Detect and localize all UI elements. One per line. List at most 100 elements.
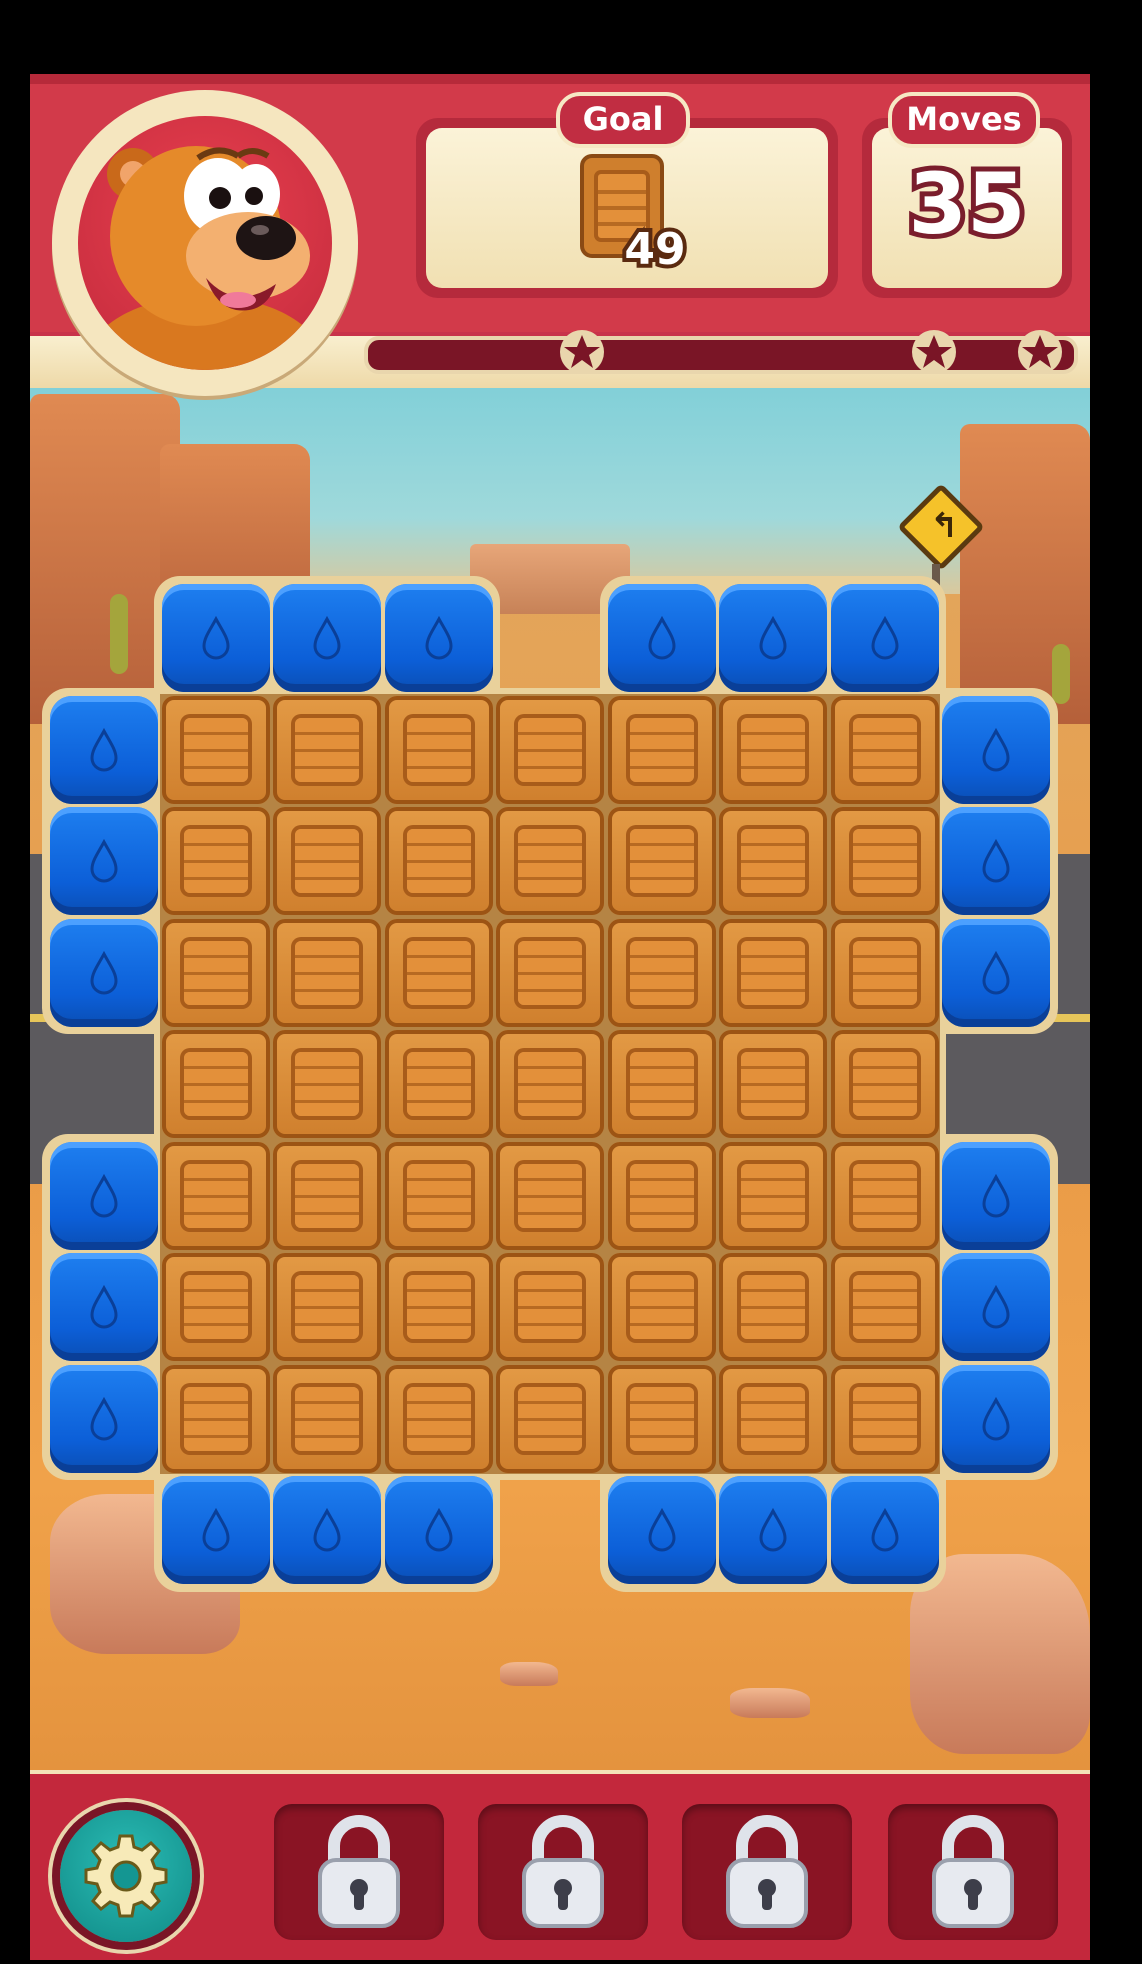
wooden-crate-tile[interactable] <box>607 918 716 1027</box>
water-cube-tile[interactable] <box>942 1253 1050 1361</box>
wooden-crate-tile[interactable] <box>496 1253 604 1361</box>
water-cube-tile[interactable] <box>384 1476 493 1584</box>
wooden-crate-tile[interactable] <box>384 1253 493 1361</box>
booster-slot-locked[interactable] <box>888 1804 1058 1940</box>
wooden-crate-tile[interactable] <box>384 1141 493 1250</box>
wooden-crate-tile[interactable] <box>161 1364 270 1473</box>
water-drop-icon <box>201 616 230 660</box>
crate-planks <box>295 1386 359 1451</box>
water-drop-icon <box>90 727 118 771</box>
water-cube-tile[interactable] <box>942 918 1050 1027</box>
wooden-crate-tile[interactable] <box>719 1364 827 1473</box>
wooden-crate-tile[interactable] <box>384 695 493 804</box>
water-cube-tile[interactable] <box>830 584 939 692</box>
wooden-crate-tile[interactable] <box>161 695 270 804</box>
crate-planks <box>518 829 582 893</box>
wooden-crate-tile[interactable] <box>161 918 270 1027</box>
crate-planks <box>406 1275 471 1339</box>
wooden-crate-tile[interactable] <box>161 1030 270 1138</box>
crate-planks <box>518 1163 582 1228</box>
wooden-crate-tile[interactable] <box>161 1253 270 1361</box>
wooden-crate-tile[interactable] <box>830 918 939 1027</box>
wooden-crate-tile[interactable] <box>496 695 604 804</box>
wooden-crate-tile[interactable] <box>607 1253 716 1361</box>
wooden-crate-tile[interactable] <box>830 807 939 915</box>
water-cube-tile[interactable] <box>719 584 827 692</box>
wooden-crate-tile[interactable] <box>719 918 827 1027</box>
wooden-crate-tile[interactable] <box>496 1141 604 1250</box>
water-cube-tile[interactable] <box>942 807 1050 915</box>
wooden-crate-tile[interactable] <box>607 1030 716 1138</box>
water-cube-tile[interactable] <box>273 1476 381 1584</box>
padlock-icon <box>932 1815 1014 1928</box>
wooden-crate-tile[interactable] <box>496 1030 604 1138</box>
crate-planks <box>852 717 917 782</box>
water-cube-tile[interactable] <box>50 1141 158 1250</box>
water-drop-icon <box>647 1508 676 1552</box>
wooden-crate-tile[interactable] <box>273 918 381 1027</box>
crate-planks <box>741 1052 805 1116</box>
wooden-crate-tile[interactable] <box>273 695 381 804</box>
wooden-crate-tile[interactable] <box>830 695 939 804</box>
crate-planks <box>518 940 582 1005</box>
booster-slot-locked[interactable] <box>274 1804 444 1940</box>
water-cube-tile[interactable] <box>273 584 381 692</box>
wooden-crate-tile[interactable] <box>719 807 827 915</box>
wooden-crate-tile[interactable] <box>496 918 604 1027</box>
wooden-crate-tile[interactable] <box>607 1141 716 1250</box>
wooden-crate-tile[interactable] <box>384 918 493 1027</box>
water-drop-icon <box>90 1173 118 1217</box>
wooden-crate-tile[interactable] <box>830 1030 939 1138</box>
wooden-crate-tile[interactable] <box>830 1141 939 1250</box>
wooden-crate-tile[interactable] <box>607 695 716 804</box>
settings-button[interactable] <box>60 1810 192 1942</box>
crate-planks <box>629 717 694 782</box>
water-cube-tile[interactable] <box>50 695 158 804</box>
water-cube-tile[interactable] <box>830 1476 939 1584</box>
water-drop-icon <box>424 616 453 660</box>
water-cube-tile[interactable] <box>942 1141 1050 1250</box>
wooden-crate-tile[interactable] <box>830 1364 939 1473</box>
wooden-crate-tile[interactable] <box>719 695 827 804</box>
wooden-crate-tile[interactable] <box>384 1364 493 1473</box>
wooden-crate-tile[interactable] <box>384 807 493 915</box>
water-cube-tile[interactable] <box>607 1476 716 1584</box>
water-cube-tile[interactable] <box>384 584 493 692</box>
water-cube-tile[interactable] <box>161 584 270 692</box>
wooden-crate-tile[interactable] <box>607 1364 716 1473</box>
wooden-crate-tile[interactable] <box>273 1253 381 1361</box>
wooden-crate-tile[interactable] <box>496 1364 604 1473</box>
water-cube-tile[interactable] <box>719 1476 827 1584</box>
wooden-crate-tile[interactable] <box>273 1030 381 1138</box>
crate-planks <box>852 1052 917 1116</box>
water-cube-tile[interactable] <box>942 1364 1050 1473</box>
water-cube-tile[interactable] <box>942 695 1050 804</box>
wooden-crate-tile[interactable] <box>830 1253 939 1361</box>
wooden-crate-tile[interactable] <box>273 807 381 915</box>
crate-planks <box>741 1163 805 1228</box>
wooden-crate-tile[interactable] <box>607 807 716 915</box>
crate-planks <box>518 1386 582 1451</box>
wooden-crate-tile[interactable] <box>161 1141 270 1250</box>
wooden-crate-tile[interactable] <box>719 1141 827 1250</box>
crate-planks <box>295 1052 359 1116</box>
water-cube-tile[interactable] <box>50 1364 158 1473</box>
wooden-crate-tile[interactable] <box>496 807 604 915</box>
rock-small <box>500 1662 558 1686</box>
wooden-crate-tile[interactable] <box>719 1030 827 1138</box>
wooden-crate-tile[interactable] <box>273 1364 381 1473</box>
booster-slot-locked[interactable] <box>682 1804 852 1940</box>
water-cube-tile[interactable] <box>161 1476 270 1584</box>
water-cube-tile[interactable] <box>50 807 158 915</box>
water-cube-tile[interactable] <box>50 918 158 1027</box>
water-cube-tile[interactable] <box>607 584 716 692</box>
wooden-crate-tile[interactable] <box>273 1141 381 1250</box>
booster-slot-locked[interactable] <box>478 1804 648 1940</box>
gear-icon <box>84 1834 168 1918</box>
crate-planks <box>852 829 917 893</box>
crate-planks <box>852 1275 917 1339</box>
water-cube-tile[interactable] <box>50 1253 158 1361</box>
wooden-crate-tile[interactable] <box>719 1253 827 1361</box>
wooden-crate-tile[interactable] <box>384 1030 493 1138</box>
wooden-crate-tile[interactable] <box>161 807 270 915</box>
